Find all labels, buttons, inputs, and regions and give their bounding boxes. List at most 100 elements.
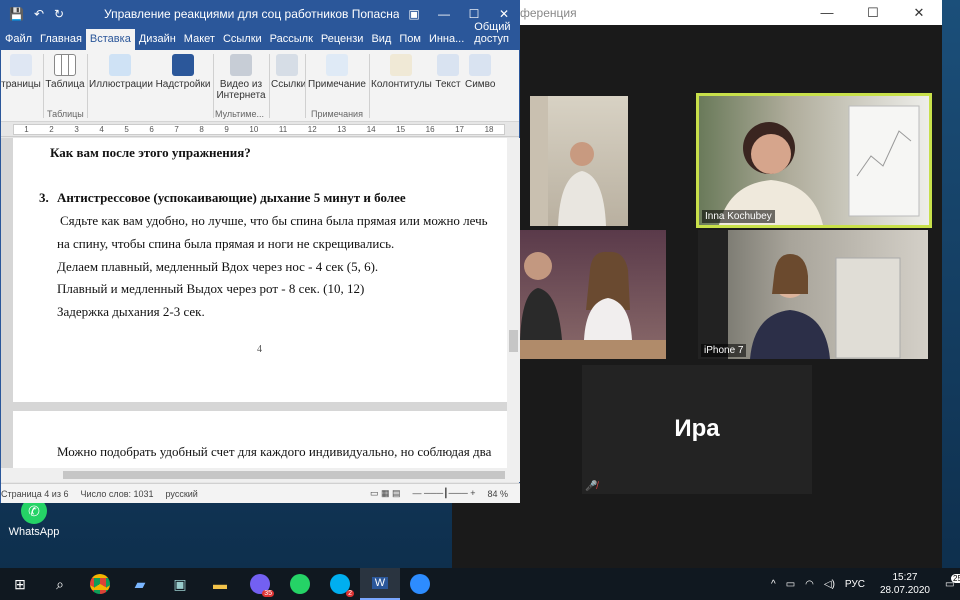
tab-file[interactable]: Файл xyxy=(1,33,36,50)
header-footer-button[interactable]: Колонтитулы xyxy=(371,54,432,90)
zoom-icon xyxy=(410,574,430,594)
link-icon xyxy=(276,54,298,76)
whatsapp-label: WhatsApp xyxy=(8,526,60,538)
scroll-thumb[interactable] xyxy=(63,471,505,479)
online-video-button[interactable]: Видео из Интернета xyxy=(215,54,267,101)
divider xyxy=(269,54,270,118)
text-button[interactable]: Текст xyxy=(433,54,463,90)
word-minimize-button[interactable]: — xyxy=(429,7,459,21)
share-button[interactable]: Общий доступ xyxy=(468,21,519,50)
zoom-taskbar-button[interactable] xyxy=(400,568,440,600)
word-close-button[interactable]: ✕ xyxy=(489,7,519,21)
ruler-mark: 14 xyxy=(366,125,376,134)
table-icon xyxy=(54,54,76,76)
comment-icon xyxy=(326,54,348,76)
doc-text: Можно подобрать удобный счет для каждого… xyxy=(57,444,492,459)
video-tile-participant-1[interactable] xyxy=(530,96,628,226)
ruler-mark: 3 xyxy=(74,125,79,134)
zoom-maximize-button[interactable]: ☐ xyxy=(850,5,896,21)
video-tile-active-speaker[interactable]: Inna Kochubey xyxy=(696,93,932,228)
doc-text: Плавный и медленный Выдох через рот - 8 … xyxy=(57,281,365,296)
tab-mailings[interactable]: Рассылк xyxy=(266,33,317,50)
notification-center-button[interactable]: ▭ 25 xyxy=(940,573,960,590)
page-count[interactable]: Страница 4 из 6 xyxy=(1,489,68,499)
participant-video-silhouette xyxy=(530,96,606,226)
folder-icon: ▬ xyxy=(213,576,227,592)
whatsapp-taskbar-button[interactable] xyxy=(280,568,320,600)
video-tile-participant-3[interactable] xyxy=(520,230,666,359)
view-mode-buttons[interactable]: ▭ ▦ ▤ xyxy=(370,488,401,499)
ribbon-display-options-button[interactable]: ▣ xyxy=(399,7,429,21)
tab-design[interactable]: Дизайн xyxy=(135,33,180,50)
links-button[interactable]: Ссылки xyxy=(271,54,306,90)
ruler-mark: 5 xyxy=(124,125,129,134)
zoom-level[interactable]: 84 % xyxy=(487,489,508,499)
explorer-taskbar-button[interactable]: ▬ xyxy=(200,568,240,600)
tab-home[interactable]: Главная xyxy=(36,33,86,50)
zoom-meeting-window: ференция — ☐ ✕ Inna Kochubey iPhone 7 Ир… xyxy=(452,0,942,568)
system-tray: ^ ▭ ◠ ◁) РУС 15:27 28.07.2020 ▭ 25 xyxy=(766,571,960,597)
save-icon[interactable]: 💾 xyxy=(9,7,24,21)
zoom-window-title: ференция xyxy=(520,5,577,20)
clock[interactable]: 15:27 28.07.2020 xyxy=(880,571,930,597)
addins-button[interactable]: Надстройки xyxy=(155,54,211,90)
divider xyxy=(369,54,370,118)
tab-layout[interactable]: Макет xyxy=(180,33,219,50)
scroll-thumb[interactable] xyxy=(509,330,518,352)
wifi-icon[interactable]: ◠ xyxy=(805,579,814,590)
header-footer-icon xyxy=(390,54,412,76)
search-button[interactable]: ⌕ xyxy=(40,568,80,600)
pages-button[interactable]: траницы xyxy=(1,54,41,90)
zoom-minimize-button[interactable]: — xyxy=(804,5,850,21)
text-box-icon xyxy=(437,54,459,76)
network-icon[interactable]: ▭ xyxy=(786,579,795,590)
video-tile-participant-4[interactable]: iPhone 7 xyxy=(698,230,928,359)
ruler-mark: 18 xyxy=(484,125,494,134)
tab-view[interactable]: Вид xyxy=(367,33,395,50)
symbols-button[interactable]: Симво xyxy=(465,54,495,90)
chrome-taskbar-button[interactable] xyxy=(80,568,120,600)
undo-icon[interactable]: ↶ xyxy=(34,7,44,21)
ruler-mark: 1 xyxy=(24,125,29,134)
chrome-icon xyxy=(90,574,110,594)
horizontal-scrollbar[interactable] xyxy=(1,468,520,482)
doc-text: Делаем плавный, медленный Вдох через нос… xyxy=(57,259,379,274)
list-number: 3. xyxy=(39,190,49,205)
group-comments: Примечания xyxy=(311,109,363,119)
tab-tell-me[interactable]: Пом xyxy=(395,33,425,50)
ruler-mark: 2 xyxy=(49,125,54,134)
word-icon: W xyxy=(371,577,389,589)
word-title-bar: 💾 ↶ ↻ Управление реакциями для соц работ… xyxy=(1,1,519,26)
participant-video-silhouette xyxy=(698,230,901,359)
ruler-mark: 6 xyxy=(149,125,154,134)
zoom-title-bar: ференция — ☐ ✕ xyxy=(452,0,942,25)
word-taskbar-button[interactable]: W xyxy=(360,568,400,600)
comment-button[interactable]: Примечание xyxy=(307,54,367,90)
illustrations-button[interactable]: Иллюстрации xyxy=(89,54,153,90)
word-count[interactable]: Число слов: 1031 xyxy=(80,489,153,499)
document-page: Как вам после этого упражнения? 3. Антис… xyxy=(13,138,507,402)
chevron-up-icon[interactable]: ^ xyxy=(771,579,776,590)
table-button[interactable]: Таблица xyxy=(45,54,85,90)
notification-count: 25 xyxy=(951,573,960,583)
viber-taskbar-button[interactable]: 35 xyxy=(240,568,280,600)
redo-icon[interactable]: ↻ xyxy=(54,7,64,21)
tab-insert[interactable]: Вставка xyxy=(85,29,135,50)
desktop-whatsapp-shortcut[interactable]: ✆ WhatsApp xyxy=(4,498,64,538)
app-taskbar-button[interactable]: ▰ xyxy=(120,568,160,600)
skype-taskbar-button[interactable]: 2 xyxy=(320,568,360,600)
zoom-close-button[interactable]: ✕ xyxy=(896,5,942,21)
word-maximize-button[interactable]: ☐ xyxy=(459,7,489,21)
app-taskbar-button[interactable]: ▣ xyxy=(160,568,200,600)
language-indicator[interactable]: русский xyxy=(166,489,198,499)
zoom-slider[interactable]: — ───┃─── + xyxy=(413,488,476,499)
keyboard-language[interactable]: РУС xyxy=(845,579,865,590)
video-tile-ira[interactable]: Ира 🎤̸ xyxy=(582,365,812,494)
document-canvas[interactable]: Как вам после этого упражнения? 3. Антис… xyxy=(1,138,507,468)
tab-review[interactable]: Рецензи xyxy=(317,33,368,50)
start-button[interactable]: ⊞ xyxy=(0,568,40,600)
tab-references[interactable]: Ссылки xyxy=(219,33,266,50)
vertical-scrollbar[interactable] xyxy=(507,138,520,468)
volume-icon[interactable]: ◁) xyxy=(824,579,835,590)
account-name[interactable]: Инна... xyxy=(425,33,468,50)
